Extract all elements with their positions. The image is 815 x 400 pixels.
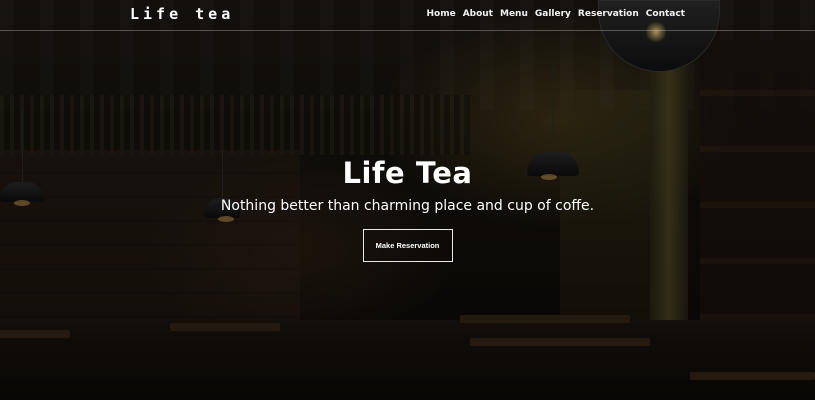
nav-link-contact[interactable]: Contact	[646, 9, 685, 19]
brand-logo[interactable]: Life tea	[130, 5, 234, 23]
hero-subtitle: Nothing better than charming place and c…	[220, 198, 595, 214]
nav-link-menu[interactable]: Menu	[500, 9, 528, 19]
nav-link-gallery[interactable]: Gallery	[535, 9, 571, 19]
hero-section: Life tea Home About Menu Gallery Reserva…	[0, 0, 815, 400]
nav-link-home[interactable]: Home	[426, 9, 455, 19]
nav-links: Home About Menu Gallery Reservation Cont…	[426, 9, 685, 19]
make-reservation-button[interactable]: Make Reservation	[362, 229, 453, 262]
hero-content: Life Tea Nothing better than charming pl…	[0, 156, 815, 262]
nav-link-about[interactable]: About	[463, 9, 493, 19]
nav-link-reservation[interactable]: Reservation	[578, 9, 639, 19]
top-navbar: Life tea Home About Menu Gallery Reserva…	[0, 0, 815, 31]
hero-title: Life Tea	[342, 156, 473, 190]
